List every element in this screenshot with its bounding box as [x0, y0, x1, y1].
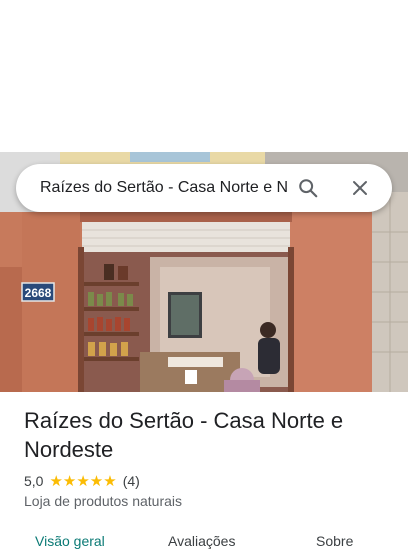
tab-reviews[interactable]: Avaliações [168, 533, 235, 549]
rating-row[interactable]: 5,0 ★★★★★ (4) [24, 472, 140, 490]
tab-about[interactable]: Sobre [316, 533, 353, 549]
tab-overview[interactable]: Visão geral [35, 533, 105, 549]
close-icon [353, 181, 367, 195]
review-count: (4) [122, 473, 140, 489]
place-tabs: Visão geral Avaliações Sobre [0, 530, 408, 560]
close-button[interactable] [340, 168, 380, 208]
svg-text:2668: 2668 [25, 286, 52, 300]
search-button[interactable] [288, 168, 328, 208]
star-rating-icon: ★★★★★ [49, 473, 117, 490]
rating-value: 5,0 [24, 473, 44, 489]
place-category[interactable]: Loja de produtos naturais [24, 493, 182, 509]
place-title: Raízes do Sertão - Casa Norte e Nordeste [24, 408, 344, 462]
search-icon [299, 179, 318, 198]
search-bar [16, 164, 392, 212]
search-input[interactable] [40, 179, 288, 197]
